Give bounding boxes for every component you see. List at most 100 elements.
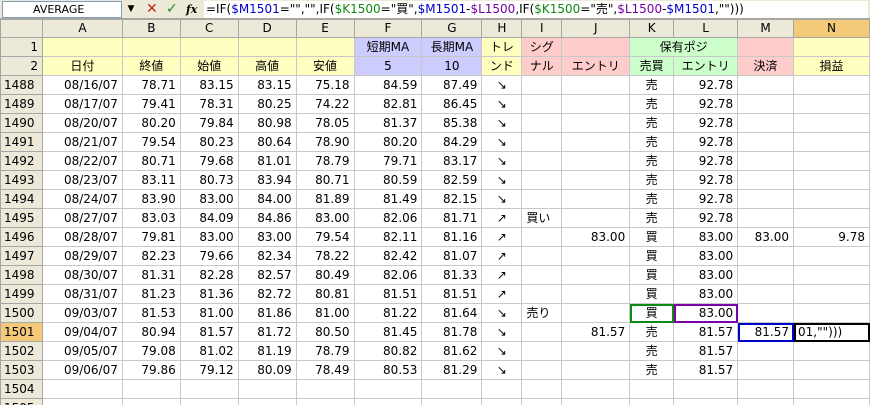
cell-e[interactable]: 78.49 bbox=[295, 360, 355, 380]
cell-a[interactable]: 08/23/07 bbox=[41, 170, 123, 190]
cell-i[interactable] bbox=[521, 246, 563, 266]
cell-n[interactable] bbox=[793, 284, 870, 304]
cell-l[interactable]: 92.78 bbox=[673, 151, 739, 171]
cell-f[interactable]: 80.82 bbox=[353, 341, 423, 361]
cell-k[interactable]: 売 bbox=[629, 360, 675, 380]
cell-c[interactable]: 83.15 bbox=[179, 75, 239, 95]
cell-a[interactable]: 08/31/07 bbox=[41, 284, 123, 304]
cell-k[interactable]: 売 bbox=[629, 94, 675, 114]
cell-n[interactable] bbox=[793, 113, 870, 133]
cell-e[interactable]: 80.71 bbox=[295, 170, 355, 190]
cell-h[interactable]: ↘ bbox=[481, 132, 523, 152]
row-header[interactable]: 1489 bbox=[0, 94, 43, 114]
cell-n[interactable] bbox=[793, 360, 870, 380]
cell-f[interactable]: 79.71 bbox=[353, 151, 423, 171]
cell-g[interactable]: 81.64 bbox=[421, 303, 483, 323]
cell-k[interactable]: 売 bbox=[629, 75, 675, 95]
cell-i[interactable] bbox=[521, 113, 563, 133]
cell-c[interactable]: 81.00 bbox=[179, 303, 239, 323]
cell-f[interactable]: 81.22 bbox=[353, 303, 423, 323]
row-header[interactable]: 1494 bbox=[0, 189, 43, 209]
cell-c[interactable]: 80.23 bbox=[179, 132, 239, 152]
cell-d[interactable]: 80.09 bbox=[237, 360, 297, 380]
header-buysell[interactable]: 売買 bbox=[629, 56, 675, 76]
cell-h[interactable]: ↗ bbox=[481, 246, 523, 266]
row-header[interactable]: 1498 bbox=[0, 265, 43, 285]
cell-m[interactable] bbox=[737, 379, 795, 399]
cell-j[interactable] bbox=[561, 170, 631, 190]
cell-m[interactable]: 81.57 bbox=[737, 322, 795, 342]
cell-e[interactable]: 78.79 bbox=[295, 341, 355, 361]
cell-h[interactable]: ↘ bbox=[481, 189, 523, 209]
cell-b[interactable]: 81.23 bbox=[121, 284, 181, 304]
cell-l[interactable]: 92.78 bbox=[673, 94, 739, 114]
cell-g[interactable] bbox=[421, 398, 483, 405]
cell-a[interactable]: 09/03/07 bbox=[41, 303, 123, 323]
cell-m[interactable] bbox=[737, 94, 795, 114]
cell-a[interactable]: 08/28/07 bbox=[41, 227, 123, 247]
cell-m[interactable] bbox=[737, 113, 795, 133]
cell-c[interactable]: 83.00 bbox=[179, 227, 239, 247]
cell-c[interactable]: 82.28 bbox=[179, 265, 239, 285]
cell-i[interactable] bbox=[521, 227, 563, 247]
row-header[interactable]: 1493 bbox=[0, 170, 43, 190]
cell-n[interactable]: 9.78 bbox=[793, 227, 870, 247]
cell-h[interactable]: ↘ bbox=[481, 151, 523, 171]
cell-n[interactable] bbox=[793, 398, 870, 405]
cell-g[interactable]: 81.62 bbox=[421, 341, 483, 361]
cell-j[interactable] bbox=[561, 113, 631, 133]
cell-e[interactable]: 75.18 bbox=[295, 75, 355, 95]
cell-l[interactable]: 92.78 bbox=[673, 75, 739, 95]
cell-a[interactable]: 09/06/07 bbox=[41, 360, 123, 380]
header-date[interactable]: 日付 bbox=[41, 56, 123, 76]
header-position[interactable]: 保有ポジ bbox=[629, 37, 739, 57]
cell-l[interactable]: 81.57 bbox=[673, 360, 739, 380]
cell-j[interactable] bbox=[561, 284, 631, 304]
cell-f[interactable] bbox=[353, 398, 423, 405]
chevron-down-icon[interactable]: ▼ bbox=[124, 1, 138, 18]
cell-d[interactable] bbox=[237, 398, 297, 405]
cell-l[interactable] bbox=[673, 398, 739, 405]
header-high[interactable]: 高値 bbox=[237, 56, 297, 76]
cell-c[interactable]: 79.68 bbox=[179, 151, 239, 171]
cell-l[interactable]: 92.78 bbox=[673, 189, 739, 209]
cell-n[interactable] bbox=[793, 75, 870, 95]
cell-i[interactable] bbox=[521, 94, 563, 114]
cell-g[interactable]: 81.71 bbox=[421, 208, 483, 228]
cell-i[interactable] bbox=[521, 284, 563, 304]
header-signal-2[interactable]: ナル bbox=[521, 56, 563, 76]
row-header[interactable]: 1488 bbox=[0, 75, 43, 95]
cell-c[interactable]: 81.36 bbox=[179, 284, 239, 304]
cell-n[interactable] bbox=[793, 132, 870, 152]
cell-g[interactable]: 82.59 bbox=[421, 170, 483, 190]
cell-f[interactable]: 80.59 bbox=[353, 170, 423, 190]
cell-i[interactable] bbox=[521, 132, 563, 152]
cell-g[interactable]: 87.49 bbox=[421, 75, 483, 95]
cell-k[interactable]: 買 bbox=[629, 303, 675, 323]
cell-g[interactable]: 81.07 bbox=[421, 246, 483, 266]
cell-b[interactable]: 81.53 bbox=[121, 303, 181, 323]
cell-d[interactable]: 81.72 bbox=[237, 322, 297, 342]
cell-d[interactable]: 83.94 bbox=[237, 170, 297, 190]
cell-i[interactable] bbox=[521, 379, 563, 399]
cell-d[interactable]: 82.34 bbox=[237, 246, 297, 266]
cell-e[interactable]: 74.22 bbox=[295, 94, 355, 114]
cell-g[interactable]: 81.78 bbox=[421, 322, 483, 342]
column-header[interactable]: H bbox=[481, 19, 523, 38]
cell-d[interactable]: 83.15 bbox=[237, 75, 297, 95]
cell-k[interactable]: 売 bbox=[629, 208, 675, 228]
header-open[interactable]: 始値 bbox=[179, 56, 239, 76]
cell-a[interactable]: 08/21/07 bbox=[41, 132, 123, 152]
cell-j[interactable] bbox=[561, 246, 631, 266]
cell-k[interactable]: 売 bbox=[629, 151, 675, 171]
cell-c[interactable] bbox=[179, 398, 239, 405]
cell-n[interactable] bbox=[793, 265, 870, 285]
cell-d[interactable]: 84.00 bbox=[237, 189, 297, 209]
cell-i[interactable] bbox=[521, 170, 563, 190]
cell-n[interactable] bbox=[793, 379, 870, 399]
cell-e[interactable]: 78.05 bbox=[295, 113, 355, 133]
row-header[interactable]: 1495 bbox=[0, 208, 43, 228]
cell-b[interactable]: 79.41 bbox=[121, 94, 181, 114]
cell-g[interactable]: 84.29 bbox=[421, 132, 483, 152]
cell-d[interactable]: 82.57 bbox=[237, 265, 297, 285]
